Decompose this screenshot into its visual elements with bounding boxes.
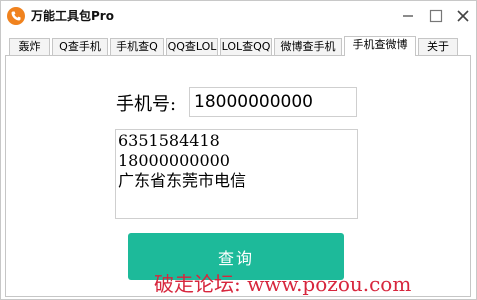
result-phone: 18000000000: [118, 151, 230, 170]
phone-app-icon: [7, 7, 25, 25]
tab-qq-to-lol[interactable]: QQ查LOL: [166, 38, 218, 55]
tab-weibo-to-phone[interactable]: 微博查手机: [274, 38, 342, 55]
tab-phone-to-weibo[interactable]: 手机查微博: [344, 36, 416, 56]
phone-label: 手机号:: [116, 94, 177, 115]
tab-bomb[interactable]: 轰炸: [9, 38, 50, 55]
app-window: 万能工具包Pro 轰炸 Q查手机 手机查Q QQ查LOL LOL查QQ 微博查手…: [0, 0, 477, 300]
phone-input[interactable]: [189, 87, 357, 117]
minimize-icon[interactable]: [399, 7, 417, 25]
window-title: 万能工具包Pro: [31, 9, 114, 23]
result-location: 广东省东莞市电信: [118, 171, 247, 190]
watermark: 破走论坛: www.pozou.com: [154, 272, 412, 296]
tab-about[interactable]: 关于: [418, 38, 458, 55]
close-icon[interactable]: [454, 7, 472, 25]
result-textarea[interactable]: 6351584418 18000000000 广东省东莞市电信: [115, 129, 358, 219]
tab-qq-to-phone[interactable]: Q查手机: [52, 38, 108, 55]
result-weibo-id: 6351584418: [118, 131, 220, 150]
title-bar[interactable]: 万能工具包Pro: [1, 1, 476, 31]
tab-lol-to-qq[interactable]: LOL查QQ: [220, 38, 272, 55]
tab-strip: 轰炸 Q查手机 手机查Q QQ查LOL LOL查QQ 微博查手机 手机查微博 关…: [1, 36, 476, 56]
maximize-icon[interactable]: [427, 7, 445, 25]
tab-phone-to-qq[interactable]: 手机查Q: [110, 38, 164, 55]
